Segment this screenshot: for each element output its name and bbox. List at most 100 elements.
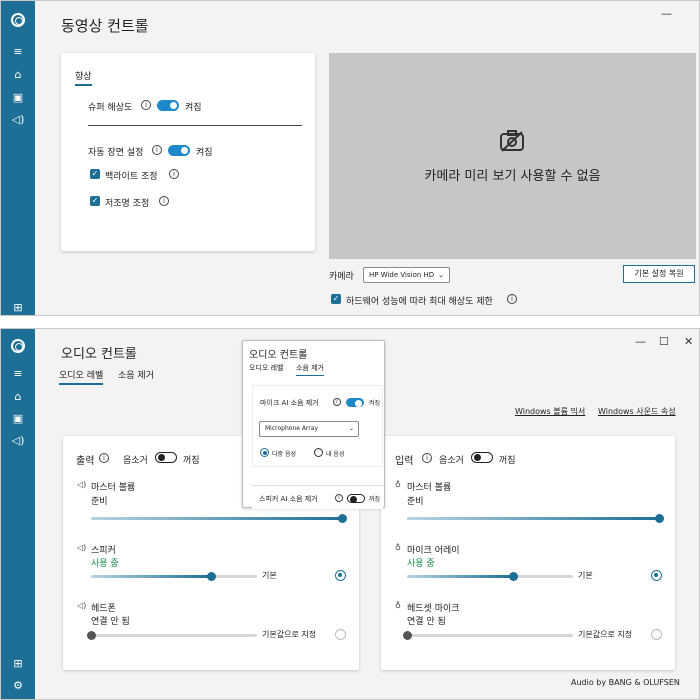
slider-thumb[interactable] — [509, 572, 519, 581]
info-icon[interactable]: i — [99, 453, 109, 463]
close-icon[interactable]: ✕ — [684, 335, 693, 348]
slider-thumb[interactable] — [338, 514, 347, 523]
tab-enhance[interactable]: 향상 — [75, 69, 92, 86]
output-device2-status: 연결 안 됨 — [91, 617, 130, 627]
lowlight-checkbox[interactable]: ✓ — [90, 196, 100, 206]
input-master-label: 마스터 볼륨 — [407, 483, 452, 493]
info-icon[interactable]: i — [152, 145, 162, 155]
minimize-icon[interactable]: — — [635, 335, 646, 348]
tab-noise-cancel[interactable]: 소음 제거 — [118, 368, 154, 381]
speaker-nc-card: 스피커 AI 소음 제거 i 꺼짐 — [252, 485, 383, 509]
display-icon[interactable]: ▣ — [1, 412, 35, 426]
volume-mixer-link[interactable]: Windows 볼륨 믹서 — [515, 406, 585, 417]
output-device1-default: 기본 — [262, 571, 277, 580]
minimize-icon[interactable]: — — [661, 7, 672, 20]
output-device2-slider[interactable] — [87, 631, 257, 640]
input-device2-default-radio[interactable] — [651, 629, 662, 640]
my-voice-radio[interactable] — [314, 448, 323, 457]
info-icon[interactable]: i — [333, 398, 341, 406]
maximize-icon[interactable]: ☐ — [659, 335, 669, 348]
limit-resolution-label: 하드웨어 성능에 따라 최대 해상도 제한 — [346, 297, 493, 307]
limit-resolution-checkbox[interactable]: ✓ — [331, 294, 341, 304]
input-device2-slider[interactable] — [403, 631, 573, 640]
speaker-nc-state: 꺼짐 — [369, 496, 381, 503]
auto-scene-state: 켜짐 — [196, 148, 213, 158]
speaker-icon[interactable]: ◁) — [1, 113, 35, 127]
mic-select[interactable]: Microphone Array ⌄ — [259, 421, 359, 437]
output-device1-slider[interactable] — [91, 572, 257, 581]
output-device1-default-radio[interactable] — [335, 570, 346, 581]
input-device1-label: 마이크 어레이 — [407, 546, 460, 556]
output-device1-label: 스피커 — [91, 546, 116, 556]
input-device1-slider[interactable] — [407, 572, 573, 581]
popup-tab-audio-levels[interactable]: 오디오 레벨 — [249, 363, 283, 373]
info-icon[interactable]: i — [141, 100, 151, 110]
noise-cancel-popup: 오디오 컨트롤 오디오 레벨 소음 제거 마이크 AI 소음 제거 i 켜짐 M… — [242, 340, 385, 509]
output-device2-label: 헤드폰 — [91, 604, 116, 614]
microphone-icon: ♁ — [395, 543, 401, 552]
multi-voice-radio[interactable] — [260, 448, 269, 457]
super-resolution-toggle[interactable] — [157, 100, 179, 111]
output-device2-default-radio[interactable] — [335, 629, 346, 640]
brand-footer: Audio by BANG & OLUFSEN — [571, 678, 680, 687]
mic-nc-label: 마이크 AI 소음 제거 — [260, 399, 319, 407]
tab-audio-levels[interactable]: 오디오 레벨 — [59, 368, 104, 385]
my-voice-label: 내 음성 — [326, 451, 345, 458]
info-icon[interactable]: i — [159, 196, 169, 206]
input-panel: 입력 i 음소거 꺼짐 ♁ 마스터 볼륨 준비 ♁ 마이크 어레이 사용 중 기… — [381, 436, 675, 670]
video-control-window: ≡ ⌂ ▣ ◁) ⊞ 동영상 컨트롤 — 향상 슈퍼 해상도 i 켜짐 자동 장… — [0, 0, 700, 316]
input-device2-default: 기본값으로 지정 — [578, 630, 633, 639]
output-device1-status: 사용 중 — [91, 559, 119, 569]
popup-title: 오디오 컨트롤 — [249, 350, 308, 361]
hp-logo-icon — [11, 13, 25, 27]
auto-scene-toggle[interactable] — [168, 145, 190, 156]
microphone-icon: ♁ — [395, 480, 401, 489]
input-mute-toggle[interactable] — [471, 452, 493, 463]
backlight-label: 백라이트 조정 — [105, 172, 158, 182]
slider-thumb[interactable] — [206, 572, 216, 581]
slider-thumb[interactable] — [403, 631, 412, 640]
input-device1-default-radio[interactable] — [651, 570, 662, 581]
input-device2-label: 헤드셋 마이크 — [407, 604, 460, 614]
input-master-slider[interactable] — [407, 514, 664, 523]
slider-thumb[interactable] — [655, 514, 664, 523]
output-mute-toggle[interactable] — [155, 452, 177, 463]
speaker-icon[interactable]: ◁) — [1, 434, 35, 448]
sidebar: ≡ ⌂ ▣ ◁) ⊞ ⚙ — [1, 329, 35, 699]
settings-gear-icon[interactable]: ⚙ — [1, 679, 35, 693]
apps-icon[interactable]: ⊞ — [1, 657, 35, 671]
output-master-slider[interactable] — [91, 514, 347, 523]
output-device2-default: 기본값으로 지정 — [262, 630, 317, 639]
menu-icon[interactable]: ≡ — [1, 367, 35, 381]
speaker-icon: ◁) — [77, 543, 87, 552]
apps-icon[interactable]: ⊞ — [1, 301, 35, 315]
info-icon[interactable]: i — [169, 169, 179, 179]
microphone-icon: ♁ — [395, 601, 401, 610]
sidebar: ≡ ⌂ ▣ ◁) ⊞ — [1, 1, 35, 315]
restore-defaults-button[interactable]: 기본 설정 복원 — [623, 265, 695, 283]
input-device1-status: 사용 중 — [407, 559, 435, 569]
camera-select-value: HP Wide Vision HD — [369, 271, 435, 279]
info-icon[interactable]: i — [422, 453, 432, 463]
speaker-nc-label: 스피커 AI 소음 제거 — [259, 495, 318, 503]
home-icon[interactable]: ⌂ — [1, 68, 35, 82]
info-icon[interactable]: i — [335, 494, 343, 502]
menu-icon[interactable]: ≡ — [1, 45, 35, 59]
slider-fill — [91, 575, 211, 578]
info-icon[interactable]: i — [507, 294, 517, 304]
camera-off-icon — [500, 130, 524, 152]
home-icon[interactable]: ⌂ — [1, 390, 35, 404]
super-resolution-state: 켜짐 — [185, 103, 202, 113]
display-icon[interactable]: ▣ — [1, 91, 35, 105]
camera-select[interactable]: HP Wide Vision HD ⌄ — [363, 267, 450, 283]
auto-scene-label: 자동 장면 설정 — [88, 148, 144, 158]
sound-properties-link[interactable]: Windows 사운드 속성 — [598, 406, 676, 417]
popup-tab-noise-cancel[interactable]: 소음 제거 — [296, 363, 324, 376]
speaker-nc-toggle[interactable] — [347, 494, 365, 503]
slider-thumb[interactable] — [87, 631, 96, 640]
output-heading: 출력 — [76, 456, 95, 467]
slider-fill — [91, 517, 342, 520]
backlight-checkbox[interactable]: ✓ — [90, 169, 100, 179]
input-master-status: 준비 — [407, 497, 424, 507]
mic-nc-toggle[interactable] — [346, 398, 364, 407]
